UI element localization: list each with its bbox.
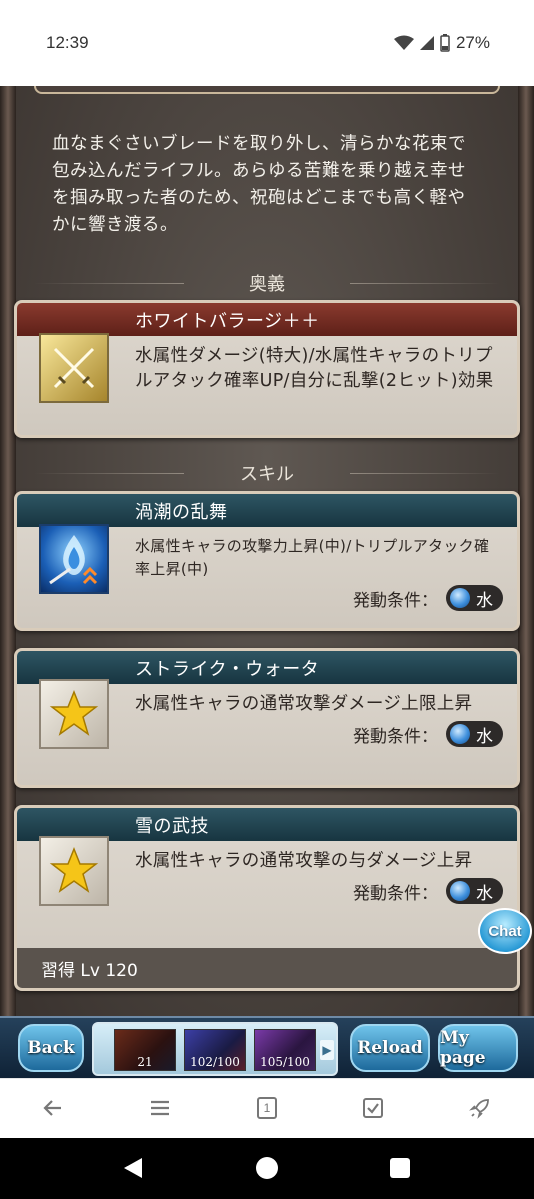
chat-button[interactable]: Chat — [478, 908, 532, 954]
star-icon — [39, 679, 109, 749]
status-time: 12:39 — [46, 33, 89, 52]
ougi-name: ホワイトバラージ＋＋ — [17, 303, 517, 336]
thumb-3[interactable]: 105/100 — [254, 1029, 316, 1071]
game-viewport: 血なまぐさいブレードを取り外し、清らかな花束で包み込んだライフル。あらゆる苦難を… — [0, 86, 534, 1016]
frame-right — [518, 86, 534, 1016]
star-icon — [39, 836, 109, 906]
skill-text-2: 水属性キャラの通常攻撃ダメージ上限上昇 — [135, 694, 473, 714]
thumb-2[interactable]: 102/100 — [184, 1029, 246, 1071]
tab-count: 1 — [263, 1101, 271, 1115]
section-label-skill: スキル — [0, 460, 534, 486]
element-badge: 水 — [446, 585, 503, 611]
status-bar: 12:39 27% — [0, 0, 534, 86]
skill-card-3[interactable]: 雪の武技 水属性キャラの通常攻撃の与ダメージ上昇 発動条件： 水 習得 Lv 1… — [14, 805, 520, 991]
water-orb-icon — [450, 724, 470, 744]
wifi-icon — [393, 35, 414, 50]
cond-label: 発動条件： — [353, 883, 438, 904]
quick-thumbs: 21 102/100 105/100 ▶ — [92, 1022, 338, 1076]
cond-value: 水 — [476, 883, 493, 904]
section-label-ougi: 奥義 — [0, 270, 534, 296]
water-orb-icon — [450, 881, 470, 901]
nav-back-icon[interactable] — [122, 1156, 146, 1180]
weapon-description: 血なまぐさいブレードを取り外し、清らかな花束で包み込んだライフル。あらゆる苦難を… — [52, 134, 466, 235]
game-nav-bar: Back 21 102/100 105/100 ▶ Reload My page — [0, 1016, 534, 1078]
previous-panel-edge — [34, 86, 500, 94]
browser-toolbar: 1 — [0, 1078, 534, 1138]
element-badge: 水 — [446, 878, 503, 904]
tabs-icon[interactable]: 1 — [252, 1093, 282, 1123]
ougi-card[interactable]: ホワイトバラージ＋＋ 水属性ダメージ(特大)/水属性キャラのトリプルアタック確率… — [14, 300, 520, 438]
status-icons: 27% — [393, 33, 490, 53]
back-arrow-icon[interactable] — [38, 1093, 68, 1123]
water-flame-icon — [39, 524, 109, 594]
skill-cond-1: 発動条件： 水 — [135, 585, 503, 611]
skill-text-1: 水属性キャラの攻撃力上昇(中)/トリプルアタック確率上昇(中) — [135, 537, 490, 578]
nav-home-icon[interactable] — [255, 1156, 279, 1180]
skill-text-3: 水属性キャラの通常攻撃の与ダメージ上昇 — [135, 851, 473, 871]
ougi-text: 水属性ダメージ(特大)/水属性キャラのトリプルアタック確率UP/自分に乱撃(2ヒ… — [135, 346, 494, 391]
skill-cond-3: 発動条件： 水 — [135, 878, 503, 904]
skill-cond-2: 発動条件： 水 — [135, 721, 503, 747]
crossed-swords-icon — [39, 333, 109, 403]
battery-percent: 27% — [455, 33, 490, 52]
learn-level: 習得 Lv 120 — [17, 948, 517, 988]
mypage-button[interactable]: My page — [438, 1024, 518, 1072]
back-button[interactable]: Back — [18, 1024, 84, 1072]
cond-label: 発動条件： — [353, 590, 438, 611]
cond-label: 発動条件： — [353, 726, 438, 747]
cellular-signal-icon — [419, 36, 434, 50]
menu-icon[interactable] — [145, 1093, 175, 1123]
skill-card-1[interactable]: 渦潮の乱舞 水属性キャラの攻撃力上昇(中)/トリプルアタック確率上昇(中) 発動… — [14, 491, 520, 631]
reload-button[interactable]: Reload — [350, 1024, 430, 1072]
element-badge: 水 — [446, 721, 503, 747]
checkbox-icon[interactable] — [358, 1093, 388, 1123]
nav-recents-icon[interactable] — [388, 1156, 412, 1180]
android-nav-bar — [0, 1138, 534, 1199]
battery-icon — [440, 34, 450, 52]
rocket-icon[interactable] — [465, 1093, 495, 1123]
skill-name-1: 渦潮の乱舞 — [17, 494, 517, 527]
cond-value: 水 — [476, 726, 493, 747]
skill-card-2[interactable]: ストライク・ウォータ 水属性キャラの通常攻撃ダメージ上限上昇 発動条件： 水 — [14, 648, 520, 788]
water-orb-icon — [450, 588, 470, 608]
chevron-right-icon[interactable]: ▶ — [320, 1040, 334, 1060]
thumb-1[interactable]: 21 — [114, 1029, 176, 1071]
cond-value: 水 — [476, 590, 493, 611]
